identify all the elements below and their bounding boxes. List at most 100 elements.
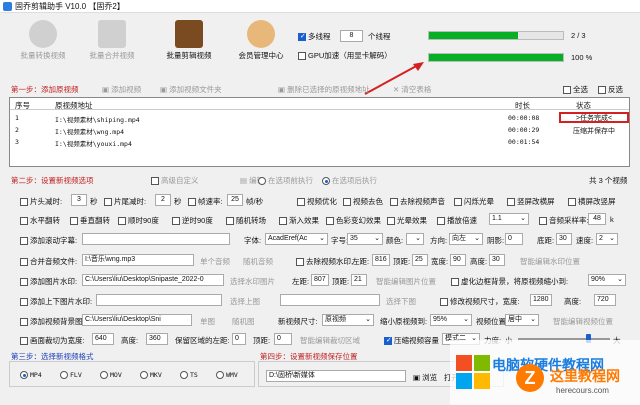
flash-option[interactable]: 闪烁光晕 [454,196,494,207]
image-watermark-path[interactable]: C:\Users\liu\Desktop\Snipaste_2022-0 [82,274,224,286]
shadow-input[interactable]: 0 [505,233,523,245]
gpu-checkbox[interactable] [298,52,306,61]
sample-rate-option[interactable]: 音频采样率: [539,215,589,226]
invert-select-checkbox[interactable] [598,86,606,95]
format-mkv[interactable]: MKV [140,371,162,379]
choose-top-image-button[interactable]: 选择上图 [230,296,260,307]
shrink-original-select[interactable]: 95% [430,314,472,326]
fps-input[interactable]: 25 [227,194,243,206]
color-shift-checkbox[interactable] [326,217,334,226]
table-row[interactable]: 3 I:\视频素材\youxi.mp4 00:01:54 [10,136,629,148]
resize-width-input[interactable]: 1280 [530,294,552,306]
crop-checkbox[interactable] [20,337,28,346]
order-before-option[interactable]: 在选项前执行 [258,175,313,186]
rotate-cw-option[interactable]: 顺时90度 [118,215,159,226]
rotate-ccw-checkbox[interactable] [172,217,180,226]
select-all-option[interactable]: 全选 [563,84,588,95]
fade-in-checkbox[interactable] [279,217,287,226]
random-image-button[interactable]: 随机图 [232,316,255,327]
video-table[interactable]: 序号 原视频地址 时长 状态 1 I:\视频素材\shiping.mp4 00:… [9,97,630,167]
resize-checkbox[interactable] [440,298,448,307]
tail-trim-option[interactable]: 片尾减时: [104,196,146,207]
tail-trim-input[interactable]: 2 [155,194,171,206]
speed-checkbox[interactable] [437,217,445,226]
decolor-option[interactable]: 视频去色 [343,196,383,207]
edit-video-button[interactable]: 批量剪辑视频 [160,20,218,61]
video-position-select[interactable]: 居中 [505,314,539,326]
choose-bottom-image-button[interactable]: 选择下图 [386,296,416,307]
resize-height-input[interactable]: 720 [594,294,616,306]
image-watermark-option[interactable]: 添加图片水印: [20,276,77,287]
fps-checkbox[interactable] [188,198,196,207]
wm-height-input[interactable]: 30 [489,254,505,266]
random-transition-checkbox[interactable] [226,217,234,226]
mute-checkbox[interactable] [390,198,398,207]
speed-select[interactable]: 1.1 [489,213,529,225]
order-before-radio[interactable] [258,177,266,186]
convert-video-button[interactable]: 批量转换视频 [14,20,72,61]
advanced-checkbox[interactable] [151,177,159,186]
format-ts[interactable]: TS [180,371,198,379]
image-watermark-checkbox[interactable] [20,278,28,287]
fade-in-option[interactable]: 渐入效果 [279,215,319,226]
single-image-button[interactable]: 单图 [200,316,215,327]
scroll-subtitle-checkbox[interactable] [20,237,28,246]
tail-trim-checkbox[interactable] [104,198,112,207]
add-video-button[interactable]: ▣ 添加视频 [102,84,141,95]
smart-position-button[interactable]: 智能编辑视频位置 [553,316,613,327]
decolor-checkbox[interactable] [343,198,351,207]
smart-image-button[interactable]: 智能编辑图片位置 [376,276,436,287]
browse-button[interactable]: ▣ 浏览 [413,372,437,383]
smart-crop-button[interactable]: 智能编辑裁切区域 [300,335,360,346]
img-top-input[interactable]: 21 [351,274,367,286]
top-bottom-image-option[interactable]: 添加上下图片水印: [20,296,92,307]
optimize-checkbox[interactable] [297,198,305,207]
order-after-option[interactable]: 在选项后执行 [322,175,377,186]
mute-option[interactable]: 去除视频声音 [390,196,445,207]
crop-width-input[interactable]: 640 [92,333,114,345]
format-mov-radio[interactable] [100,371,108,379]
crop-left-input[interactable]: 0 [232,333,246,345]
speed-option[interactable]: 播放倍速 [437,215,477,226]
head-trim-input[interactable]: 3 [71,194,87,206]
size-select[interactable]: 35 [347,233,383,245]
bottom-input[interactable]: 30 [556,233,572,245]
color-select[interactable] [406,233,424,245]
compress-option[interactable]: 压缩视频容量 [384,335,439,346]
head-trim-option[interactable]: 片头减时: [20,196,62,207]
h2v-checkbox[interactable] [568,198,576,207]
select-all-checkbox[interactable] [563,86,571,95]
color-shift-option[interactable]: 色彩变幻效果 [326,215,381,226]
remove-watermark-option[interactable]: 去除视频水印, [296,256,353,267]
table-row[interactable]: 2 I:\视频素材\wng.mp4 00:00:29 压缩并保存中 [10,124,629,136]
rotate-cw-checkbox[interactable] [118,217,126,226]
merge-audio-option[interactable]: 合并音频文件: [20,256,77,267]
direction-select[interactable]: 向左 [449,233,483,245]
random-audio-button[interactable]: 随机音频 [243,256,273,267]
blur-border-option[interactable]: 虚化边框背景，将原视频缩小到: [451,276,568,287]
sample-rate-input[interactable]: 48 [588,213,606,225]
format-mp4-radio[interactable] [20,371,28,379]
wm-top-input[interactable]: 25 [412,254,428,266]
add-folder-button[interactable]: ▣ 添加视频文件夹 [160,84,222,95]
scroll-speed-select[interactable]: 2 [596,233,618,245]
merge-audio-checkbox[interactable] [20,258,28,267]
format-wmv-radio[interactable] [216,371,224,379]
format-mov[interactable]: MOV [100,371,122,379]
shrink-select[interactable]: 90% [588,274,626,286]
crop-top-input[interactable]: 0 [274,333,292,345]
head-trim-checkbox[interactable] [20,198,28,207]
halo-checkbox[interactable] [387,217,395,226]
top-image-path[interactable] [96,294,222,306]
rotate-ccw-option[interactable]: 逆时90度 [172,215,213,226]
multithread-option[interactable]: 多线程 [298,31,331,42]
flash-checkbox[interactable] [454,198,462,207]
v2h-checkbox[interactable] [507,198,515,207]
audio-path-input[interactable]: I:\音乐\wng.mp3 [82,254,194,266]
new-size-select[interactable]: 原视频 [322,314,374,326]
smart-watermark-button[interactable]: 智能编辑水印位置 [520,256,580,267]
multithread-checkbox[interactable] [298,32,306,42]
img-left-input[interactable]: 807 [311,274,329,286]
format-flv-radio[interactable] [60,371,68,379]
save-path-input[interactable]: D:\固桥\新媒体 [266,370,406,382]
